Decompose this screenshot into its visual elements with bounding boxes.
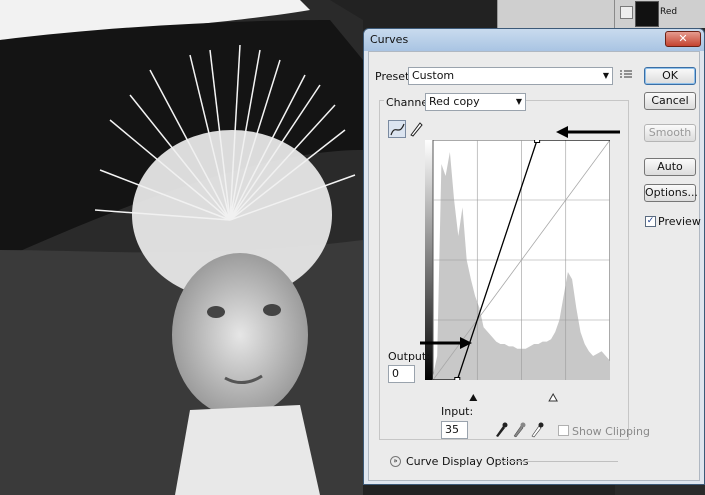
- annotation-arrows: [420, 126, 620, 349]
- arrow-annotation-bottom: [420, 337, 472, 349]
- arrow-annotation-top: [556, 126, 620, 138]
